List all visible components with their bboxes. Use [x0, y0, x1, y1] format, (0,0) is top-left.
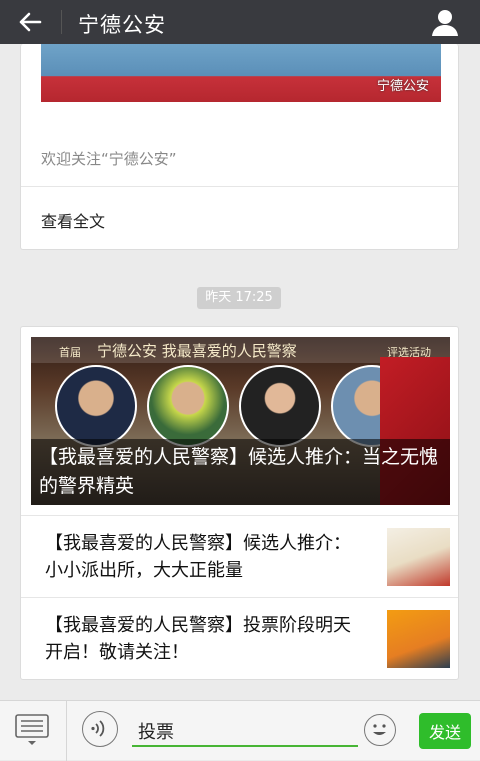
article-banner-image: 宁德公安 [41, 44, 441, 102]
message-input[interactable] [132, 717, 358, 747]
list-item-title: 【我最喜爱的人民警察】候选人推介：小小派出所，大大正能量 [45, 533, 351, 581]
voice-icon[interactable] [82, 711, 118, 747]
hero-caption-bar: 【我最喜爱的人民警察】候选人推介：当之无愧的警界精英 [31, 439, 450, 505]
list-item-thumbnail [387, 610, 450, 668]
candidate-photo [147, 365, 229, 447]
back-arrow-icon[interactable] [14, 8, 46, 36]
topbar-divider [61, 10, 62, 34]
candidate-photo [55, 365, 137, 447]
top-bar: 宁德公安 [0, 0, 480, 44]
menu-icon[interactable] [14, 713, 50, 747]
list-item-thumbnail [387, 528, 450, 586]
article-description: 欢迎关注“宁德公安” [41, 150, 177, 168]
view-all-link[interactable]: 查看全文 [41, 208, 105, 232]
profile-icon[interactable] [430, 7, 460, 37]
featured-article[interactable]: 首届 宁德公安 我最喜爱的人民警察 评选活动 【我最喜爱的人民警察】候选人推介：… [31, 337, 450, 505]
list-item-title: 【我最喜爱的人民警察】投票阶段明天开启！敬请关注！ [45, 615, 351, 663]
hero-header-main: 宁德公安 我最喜爱的人民警察 [97, 342, 297, 360]
list-item[interactable]: 【我最喜爱的人民警察】投票阶段明天开启！敬请关注！ [21, 597, 458, 680]
send-button[interactable]: 发送 [419, 713, 471, 749]
list-item[interactable]: 【我最喜爱的人民警察】候选人推介：小小派出所，大大正能量 [21, 515, 458, 598]
emoji-icon[interactable] [364, 714, 396, 746]
candidate-photo [239, 365, 321, 447]
hero-caption: 【我最喜爱的人民警察】候选人推介：当之无愧的警界精英 [39, 446, 439, 497]
multi-article-card: 首届 宁德公安 我最喜爱的人民警察 评选活动 【我最喜爱的人民警察】候选人推介：… [20, 326, 459, 680]
hero-header-left: 首届 [59, 346, 81, 359]
input-bar: 发送 [0, 700, 480, 761]
timestamp: 昨天 17:25 [197, 287, 281, 309]
page-title: 宁德公安 [78, 13, 166, 37]
divider [21, 186, 458, 187]
article-card[interactable]: 宁德公安 欢迎关注“宁德公安” 查看全文 [20, 44, 459, 250]
watermark-text: 宁德公安 [376, 79, 429, 94]
bar-divider [66, 701, 67, 761]
